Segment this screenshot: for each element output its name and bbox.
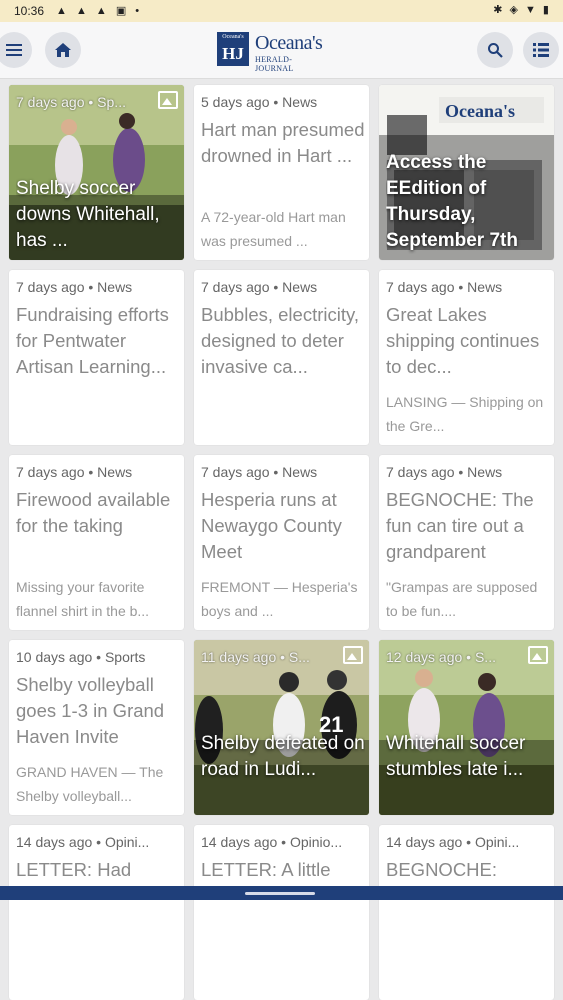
- article-meta: 10 days ago • Sports: [16, 649, 146, 665]
- search-button[interactable]: [477, 32, 513, 68]
- gesture-handle[interactable]: [245, 892, 315, 895]
- article-card[interactable]: 14 days ago • Opini... BEGNOCHE:: [379, 825, 554, 1000]
- article-meta: 7 days ago • News: [386, 464, 503, 480]
- menu-icon: [6, 44, 22, 56]
- article-card[interactable]: 7 days ago • News Great Lakes shipping c…: [379, 270, 554, 445]
- article-meta: 7 days ago • Sp...: [16, 94, 126, 110]
- article-meta: 7 days ago • News: [16, 279, 133, 295]
- article-meta: 14 days ago • Opinio...: [201, 834, 343, 850]
- article-title: LETTER: Had: [16, 859, 132, 880]
- article-title: Firewood available for the taking: [16, 489, 171, 536]
- article-card[interactable]: 12 days ago • S... Whitehall soccer stum…: [379, 640, 554, 815]
- article-title: Shelby defeated on road in Ludi...: [201, 733, 365, 780]
- article-meta: 5 days ago • News: [201, 94, 318, 110]
- article-title: Shelby volleyball goes 1-3 in Grand Have…: [16, 674, 165, 747]
- article-card[interactable]: 7 days ago • News Bubbles, electricity, …: [194, 270, 369, 445]
- article-meta: 12 days ago • S...: [386, 649, 496, 665]
- article-title: Hart man presumed drowned in Hart ...: [201, 119, 365, 166]
- article-meta: 11 days ago • S...: [201, 649, 310, 665]
- article-excerpt: LANSING — Shipping on the Gre...: [386, 394, 544, 434]
- article-card[interactable]: 7 days ago • News Hesperia runs at Neway…: [194, 455, 369, 630]
- list-view-button[interactable]: [523, 32, 559, 68]
- notification-icons: ▲ ▲ ▲ ▣ •: [56, 5, 143, 17]
- article-title: BEGNOCHE: The fun can tire out a grandpa…: [386, 489, 534, 562]
- logo-name: Oceana's: [255, 32, 323, 54]
- article-card[interactable]: 7 days ago • News Firewood available for…: [9, 455, 184, 630]
- logo-subtitle: HERALD-JOURNAL: [255, 55, 294, 73]
- article-excerpt: "Grampas are supposed to be fun....: [386, 579, 538, 619]
- article-title: Whitehall soccer stumbles late i...: [386, 733, 526, 780]
- article-meta: 7 days ago • News: [16, 464, 133, 480]
- home-icon: [55, 43, 71, 57]
- article-card[interactable]: 7 days ago • Sp... Shelby soccer downs W…: [9, 85, 184, 260]
- site-logo[interactable]: Oceana's HJ Oceana's HERALD-JOURNAL: [217, 30, 327, 73]
- article-excerpt: Missing your favorite flannel shirt in t…: [16, 579, 150, 619]
- logo-mark: Oceana's HJ: [217, 32, 249, 66]
- eedition-card[interactable]: Oceana's Access the EEdition of Thursday…: [379, 85, 554, 260]
- article-card[interactable]: 7 days ago • News Fundraising efforts fo…: [9, 270, 184, 445]
- system-icons: ✱ ◈ ▼ ▮: [493, 4, 551, 16]
- article-title: Fundraising efforts for Pentwater Artisa…: [16, 304, 169, 377]
- article-card[interactable]: 7 days ago • News BEGNOCHE: The fun can …: [379, 455, 554, 630]
- image-gallery-icon: [528, 646, 548, 664]
- article-meta: 14 days ago • Opini...: [386, 834, 520, 850]
- article-card[interactable]: 14 days ago • Opini... LETTER: Had: [9, 825, 184, 1000]
- article-meta: 7 days ago • News: [201, 464, 318, 480]
- system-navigation-bar: [0, 886, 563, 900]
- article-meta: 7 days ago • News: [201, 279, 318, 295]
- article-card[interactable]: 21 11 days ago • S... Shelby defeated on…: [194, 640, 369, 815]
- app-bar: Oceana's HJ Oceana's HERALD-JOURNAL: [0, 22, 563, 79]
- menu-button[interactable]: [0, 32, 32, 68]
- article-excerpt: A 72-year-old Hart man was presumed ...: [201, 209, 346, 249]
- svg-text:Oceana's: Oceana's: [445, 101, 515, 121]
- article-meta: 7 days ago • News: [386, 279, 503, 295]
- search-icon: [488, 43, 503, 58]
- article-card[interactable]: 5 days ago • News Hart man presumed drow…: [194, 85, 369, 260]
- image-gallery-icon: [343, 646, 363, 664]
- article-meta: 14 days ago • Opini...: [16, 834, 150, 850]
- article-card[interactable]: 10 days ago • Sports Shelby volleyball g…: [9, 640, 184, 815]
- image-gallery-icon: [158, 91, 178, 109]
- article-excerpt: GRAND HAVEN — The Shelby volleyball...: [16, 764, 164, 804]
- eedition-title: Access the EEdition of Thursday, Septemb…: [386, 152, 518, 251]
- article-title: Hesperia runs at Newaygo County Meet: [201, 489, 342, 562]
- article-title: Great Lakes shipping continues to dec...: [386, 304, 540, 377]
- article-card[interactable]: 14 days ago • Opinio... LETTER: A little: [194, 825, 369, 1000]
- article-excerpt: FREMONT — Hesperia's boys and ...: [201, 579, 358, 619]
- status-bar: 10:36 ▲ ▲ ▲ ▣ • ✱ ◈ ▼ ▮: [0, 0, 563, 22]
- article-title: Bubbles, electricity, designed to deter …: [201, 304, 359, 377]
- home-button[interactable]: [45, 32, 81, 68]
- article-title: Shelby soccer downs Whitehall, has ...: [16, 178, 160, 251]
- article-title: LETTER: A little: [201, 859, 331, 880]
- list-view-icon: [533, 43, 549, 57]
- status-time: 10:36: [14, 4, 45, 18]
- article-title: BEGNOCHE:: [386, 859, 498, 880]
